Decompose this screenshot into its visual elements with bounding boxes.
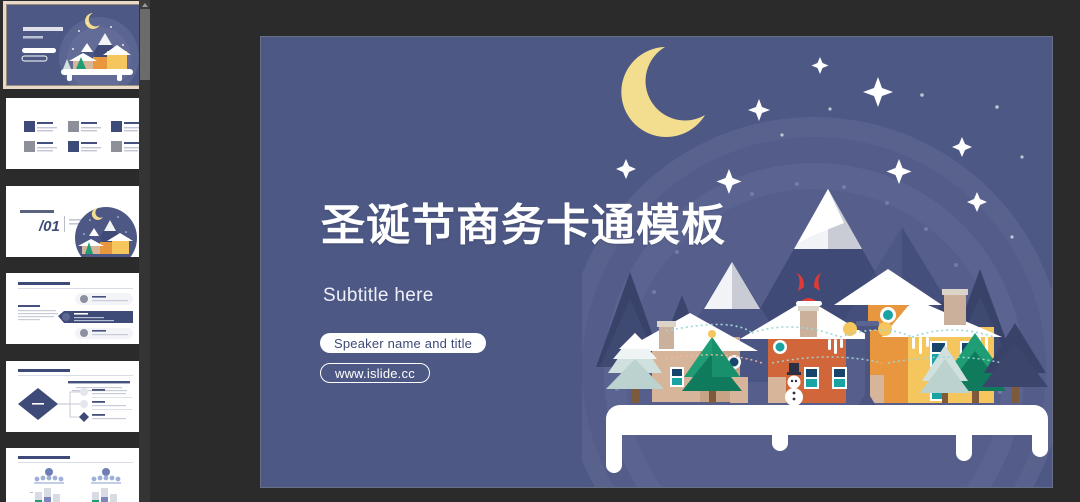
slide-thumbnail-2[interactable] <box>6 98 145 169</box>
slide-thumbnail-5[interactable] <box>6 361 145 432</box>
thumb-cards-art <box>6 273 145 344</box>
speaker-name-pill[interactable]: Speaker name and title <box>320 333 487 353</box>
slide-thumbnail-3[interactable]: /01 <box>6 186 145 257</box>
slide-subtitle[interactable]: Subtitle here <box>323 285 434 307</box>
thumbnail-5-canvas <box>6 361 145 432</box>
slide-thumbnail-4[interactable] <box>6 273 145 344</box>
thumb-section-art: /01 <box>6 186 145 257</box>
thumbnail-3-canvas: /01 <box>6 186 145 257</box>
village-art-svg <box>582 37 1052 487</box>
thumb-diagram-art <box>6 361 145 432</box>
christmas-village-illustration <box>582 37 1052 487</box>
current-slide[interactable]: 圣诞节商务卡通模板 Subtitle here Speaker name and… <box>261 37 1052 487</box>
thumb-chart-art <box>6 448 145 502</box>
thumbnail-2-canvas <box>6 98 145 169</box>
thumb-title-art <box>7 5 144 85</box>
slide-title[interactable]: 圣诞节商务卡通模板 <box>321 204 726 248</box>
slide-thumbnail-1[interactable] <box>3 1 148 89</box>
slide-thumbnail-panel[interactable]: /01 <box>0 0 152 502</box>
svg-text:/01: /01 <box>38 218 60 235</box>
presentation-editor: /01 圣诞节商务卡通模板 Subtitle here Speaker name… <box>0 0 1080 502</box>
thumbnail-4-canvas <box>6 273 145 344</box>
thumbnail-6-canvas <box>6 448 145 502</box>
scroll-up-arrow-icon[interactable] <box>139 0 150 9</box>
website-url-pill[interactable]: www.islide.cc <box>320 363 430 383</box>
sidebar-scrollbar-thumb[interactable] <box>139 9 150 80</box>
thumbnail-1-canvas <box>7 5 144 85</box>
slide-editing-stage[interactable]: 圣诞节商务卡通模板 Subtitle here Speaker name and… <box>152 0 1080 502</box>
thumb-icon-grid-art <box>6 98 145 169</box>
slide-thumbnail-6[interactable] <box>6 448 145 502</box>
